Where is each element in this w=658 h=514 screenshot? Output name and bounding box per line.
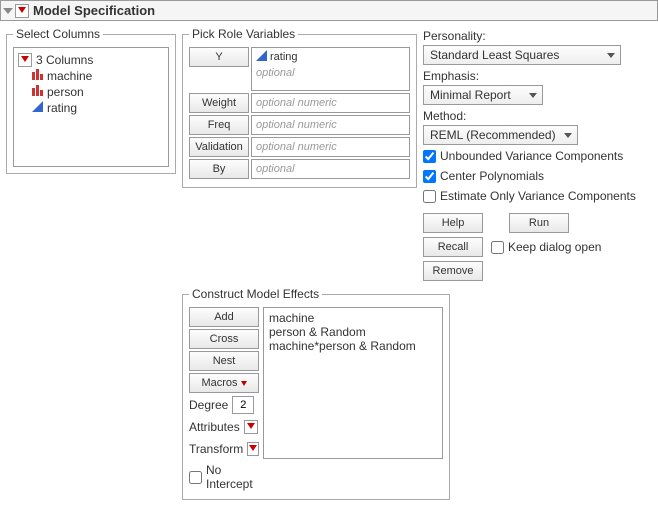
- no-intercept-row[interactable]: No Intercept: [189, 463, 259, 491]
- macros-button[interactable]: Macros: [189, 373, 259, 393]
- keep-open-label: Keep dialog open: [508, 240, 601, 254]
- run-button[interactable]: Run: [509, 213, 569, 233]
- personality-dropdown[interactable]: Standard Least Squares: [423, 45, 621, 65]
- role-y-button[interactable]: Y: [189, 47, 249, 67]
- continuous-icon: [256, 50, 267, 64]
- panel-header: Model Specification: [0, 0, 658, 21]
- disclosure-icon[interactable]: [3, 8, 13, 14]
- emphasis-label: Emphasis:: [423, 69, 652, 83]
- effect-item[interactable]: person & Random: [269, 325, 437, 339]
- pick-role-group: Pick Role Variables Y rating optional We…: [182, 27, 417, 188]
- construct-effects-group: Construct Model Effects Add Cross Nest M…: [182, 287, 450, 500]
- nominal-icon: [32, 85, 43, 99]
- continuous-icon: [32, 101, 43, 115]
- personality-label: Personality:: [423, 29, 652, 43]
- construct-effects-legend: Construct Model Effects: [189, 287, 322, 301]
- columns-list[interactable]: 3 Columns machine person rating: [13, 47, 169, 167]
- help-button[interactable]: Help: [423, 213, 483, 233]
- role-weight-field[interactable]: optional numeric: [251, 93, 410, 113]
- effects-list[interactable]: machine person & Random machine*person &…: [263, 307, 443, 459]
- unbounded-label: Unbounded Variance Components: [440, 149, 623, 163]
- center-label: Center Polynomials: [440, 169, 544, 183]
- role-validation-field[interactable]: optional numeric: [251, 137, 410, 157]
- transform-menu-icon[interactable]: [247, 442, 259, 456]
- cross-button[interactable]: Cross: [189, 329, 259, 349]
- options-panel: Personality: Standard Least Squares Emph…: [423, 27, 652, 281]
- select-columns-group: Select Columns 3 Columns machine person: [6, 27, 176, 174]
- columns-count-label: 3 Columns: [36, 53, 93, 67]
- column-item-rating[interactable]: rating: [18, 100, 164, 116]
- nest-button[interactable]: Nest: [189, 351, 259, 371]
- role-freq-button[interactable]: Freq: [189, 115, 249, 135]
- method-label: Method:: [423, 109, 652, 123]
- unbounded-checkbox[interactable]: [423, 150, 436, 163]
- transform-label: Transform: [189, 442, 243, 456]
- column-label: machine: [47, 69, 92, 83]
- panel-title: Model Specification: [33, 3, 155, 18]
- estimate-only-checkbox[interactable]: [423, 190, 436, 203]
- role-y-hint: optional: [256, 67, 295, 79]
- role-y-value: rating: [270, 51, 298, 63]
- estimate-only-label: Estimate Only Variance Components: [440, 189, 636, 203]
- role-y-field[interactable]: rating optional: [251, 47, 410, 91]
- attributes-label: Attributes: [189, 420, 240, 434]
- remove-button[interactable]: Remove: [423, 261, 483, 281]
- effect-item[interactable]: machine*person & Random: [269, 339, 437, 353]
- degree-input[interactable]: [232, 396, 254, 414]
- column-item-person[interactable]: person: [18, 84, 164, 100]
- attributes-menu-icon[interactable]: [244, 420, 258, 434]
- no-intercept-label: No Intercept: [206, 463, 259, 491]
- role-by-field[interactable]: optional: [251, 159, 410, 179]
- emphasis-dropdown[interactable]: Minimal Report: [423, 85, 543, 105]
- keep-open-row[interactable]: Keep dialog open: [491, 240, 601, 254]
- keep-open-checkbox[interactable]: [491, 241, 504, 254]
- estimate-only-checkbox-row[interactable]: Estimate Only Variance Components: [423, 189, 652, 203]
- center-checkbox[interactable]: [423, 170, 436, 183]
- panel-menu-icon[interactable]: [15, 4, 29, 18]
- role-by-button[interactable]: By: [189, 159, 249, 179]
- role-validation-button[interactable]: Validation: [189, 137, 249, 157]
- add-button[interactable]: Add: [189, 307, 259, 327]
- select-columns-legend: Select Columns: [13, 27, 103, 41]
- role-weight-button[interactable]: Weight: [189, 93, 249, 113]
- method-dropdown[interactable]: REML (Recommended): [423, 125, 578, 145]
- pick-role-legend: Pick Role Variables: [189, 27, 298, 41]
- role-freq-field[interactable]: optional numeric: [251, 115, 410, 135]
- center-checkbox-row[interactable]: Center Polynomials: [423, 169, 652, 183]
- column-label: rating: [47, 101, 77, 115]
- degree-label: Degree: [189, 398, 228, 412]
- no-intercept-checkbox[interactable]: [189, 471, 202, 484]
- effect-item[interactable]: machine: [269, 311, 437, 325]
- column-label: person: [47, 85, 84, 99]
- columns-count-row[interactable]: 3 Columns: [18, 52, 164, 68]
- recall-button[interactable]: Recall: [423, 237, 483, 257]
- nominal-icon: [32, 69, 43, 83]
- unbounded-checkbox-row[interactable]: Unbounded Variance Components: [423, 149, 652, 163]
- column-item-machine[interactable]: machine: [18, 68, 164, 84]
- columns-menu-icon[interactable]: [18, 53, 32, 67]
